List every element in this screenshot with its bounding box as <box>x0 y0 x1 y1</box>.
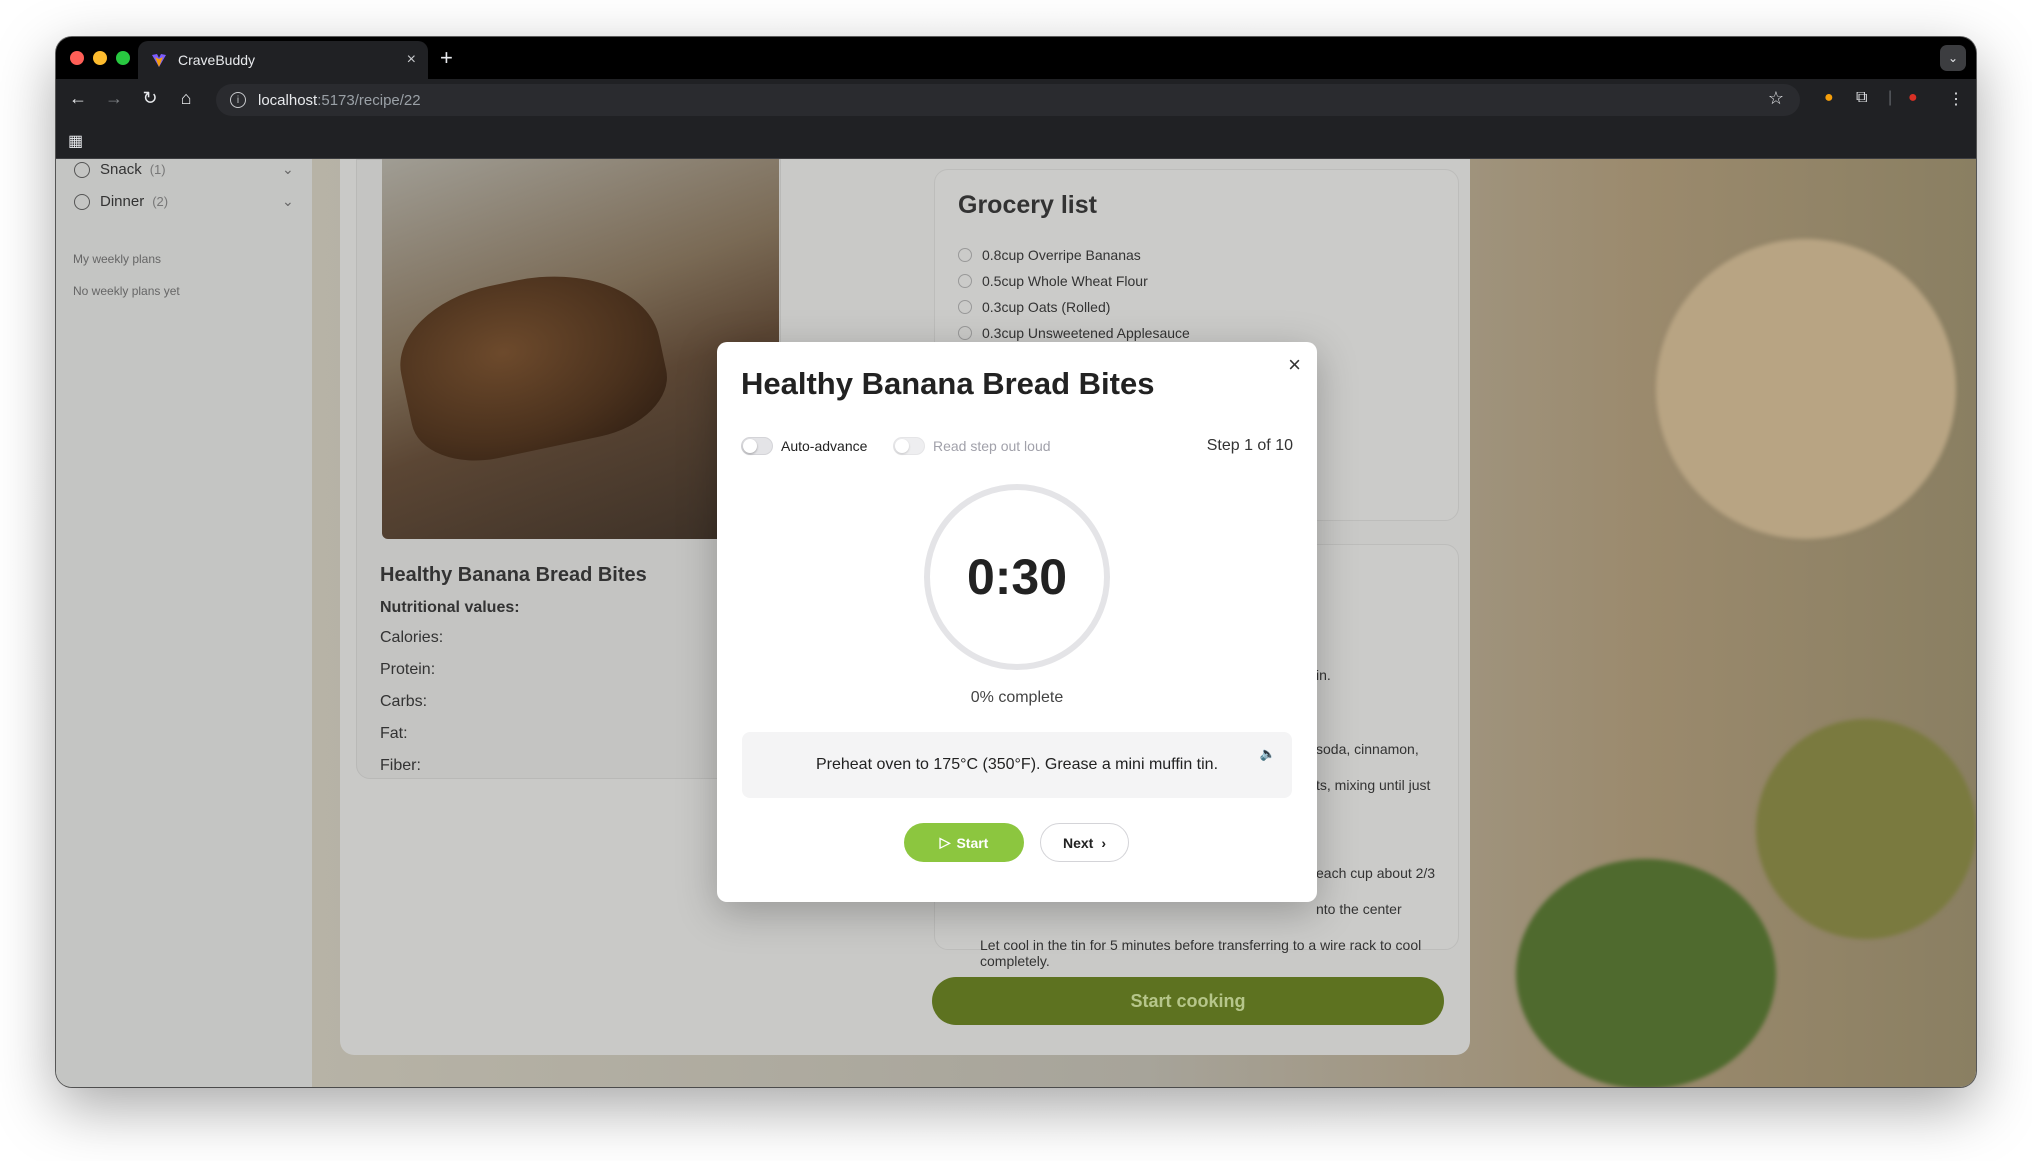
modal-title: Healthy Banana Bread Bites <box>741 366 1155 401</box>
grocery-item-label: 0.8cup Overripe Bananas <box>982 247 1141 263</box>
grocery-list-title: Grocery list <box>958 191 1097 219</box>
tab-close-icon[interactable]: × <box>407 51 416 69</box>
next-step-button[interactable]: Next › <box>1040 823 1129 862</box>
sidebar-item-count: (2) <box>152 194 169 209</box>
site-info-icon[interactable]: i <box>230 92 246 108</box>
chevron-down-icon[interactable]: ⌄ <box>282 161 294 178</box>
browser-menu-icon[interactable]: ⋮ <box>1948 89 1964 109</box>
read-aloud-toggle[interactable] <box>893 437 925 455</box>
next-button-label: Next <box>1062 834 1094 851</box>
sidebar-item-count: (1) <box>149 162 166 177</box>
nutrition-heading: Nutritional values: <box>380 599 520 616</box>
cravebuddy-favicon-icon <box>152 54 166 67</box>
nutrition-fiber: Fiber: <box>380 757 421 774</box>
tab-strip: CraveBuddy × + ⌄ <box>56 37 1976 79</box>
recipe-title: Healthy Banana Bread Bites <box>380 564 647 586</box>
extension-icon[interactable]: ● <box>1824 89 1834 107</box>
nutrition-protein: Protein: <box>380 661 436 678</box>
instruction-step: each cup about 2/3 <box>1316 865 1436 881</box>
home-icon[interactable]: ⌂ <box>174 88 198 109</box>
sidebar-item-dinner[interactable]: Dinner (2) <box>74 193 168 210</box>
start-button-label: Start <box>956 834 989 851</box>
sidebar: Snack (1) ⌄ Dinner (2) ⌄ My weekly plans… <box>56 159 312 1087</box>
grocery-checkbox[interactable] <box>958 326 972 340</box>
instruction-step: nto the center <box>1316 901 1402 917</box>
auto-advance-toggle[interactable] <box>741 437 773 455</box>
start-timer-button[interactable]: ▷ Start <box>904 823 1024 862</box>
toggle-knob <box>895 439 909 453</box>
grocery-item-label: 0.3cup Oats (Rolled) <box>982 299 1111 315</box>
timer-display: 0:30 <box>966 549 1068 605</box>
step-counter: Step 1 of 10 <box>1206 437 1293 454</box>
browser-window: CraveBuddy × + ⌄ ← → ↻ ⌂ i localhost:517… <box>56 37 1976 1087</box>
address-bar[interactable]: i localhost:5173/recipe/22 ☆ <box>216 84 1800 116</box>
weekly-plans-empty: No weekly plans yet <box>73 284 180 298</box>
profile-avatar[interactable]: ● <box>1908 89 1918 107</box>
background-food-bowl <box>1656 239 1956 539</box>
extensions-puzzle-icon[interactable]: ⧉ <box>1856 89 1867 107</box>
sidebar-item-snack[interactable]: Snack (1) <box>74 161 166 178</box>
tab-cravebuddy[interactable]: CraveBuddy × <box>138 41 428 79</box>
weekly-plans-heading: My weekly plans <box>73 252 162 266</box>
step-instruction-text: Preheat oven to 175°C (350°F). Grease a … <box>815 756 1219 773</box>
grocery-item-label: 0.3cup Unsweetened Applesauce <box>982 325 1190 341</box>
speaker-icon[interactable]: 🔈 <box>1260 746 1276 762</box>
progress-text: 0% complete <box>970 689 1064 706</box>
chevron-down-icon[interactable]: ⌄ <box>282 193 294 210</box>
instruction-step: completely. <box>980 953 1050 969</box>
tab-search-button[interactable]: ⌄ <box>1940 45 1966 71</box>
browser-toolbar: ← → ↻ ⌂ i localhost:5173/recipe/22 ☆ ● ⧉… <box>56 79 1976 121</box>
sidebar-item-label: Snack <box>100 161 142 178</box>
instruction-step: ts, mixing until just <box>1316 777 1431 793</box>
instruction-step: Let cool in the tin for 5 minutes before… <box>980 937 1422 953</box>
close-icon[interactable]: × <box>1288 354 1301 376</box>
new-tab-button[interactable]: + <box>440 47 453 69</box>
maximize-window-button[interactable] <box>116 51 130 65</box>
grocery-checkbox[interactable] <box>958 248 972 262</box>
background-food-greens <box>1516 859 1776 1087</box>
grocery-checkbox[interactable] <box>958 300 972 314</box>
step-instruction-box: Preheat oven to 175°C (350°F). Grease a … <box>742 732 1292 798</box>
tab-title: CraveBuddy <box>178 52 256 68</box>
play-icon: ▷ <box>939 834 951 850</box>
grocery-item[interactable]: 0.8cup Overripe Bananas <box>958 247 1141 263</box>
minimize-window-button[interactable] <box>93 51 107 65</box>
instruction-step: in. <box>1316 667 1331 683</box>
grocery-checkbox[interactable] <box>958 274 972 288</box>
auto-advance-label: Auto-advance <box>781 438 868 454</box>
background-food-bowl <box>1756 719 1976 939</box>
apps-grid-icon[interactable]: ▦ <box>68 131 83 151</box>
window-controls <box>70 51 130 65</box>
cooking-mode-modal: × Healthy Banana Bread Bites Auto-advanc… <box>717 342 1317 902</box>
snack-icon <box>74 161 90 178</box>
back-icon[interactable]: ← <box>66 88 90 109</box>
nutrition-carbs: Carbs: <box>380 693 428 710</box>
toggle-knob <box>743 439 757 453</box>
toolbar-divider: | <box>1888 89 1893 106</box>
moon-icon <box>74 193 90 210</box>
grocery-item[interactable]: 0.5cup Whole Wheat Flour <box>958 273 1148 289</box>
chevron-right-icon: › <box>1101 834 1107 851</box>
bookmarks-bar: ▦ <box>56 121 1976 159</box>
grocery-item[interactable]: 0.3cup Unsweetened Applesauce <box>958 325 1190 341</box>
grocery-item-label: 0.5cup Whole Wheat Flour <box>982 273 1148 289</box>
url-path: :5173/recipe/22 <box>317 91 421 109</box>
grocery-item[interactable]: 0.3cup Oats (Rolled) <box>958 299 1110 315</box>
reload-icon[interactable]: ↻ <box>138 88 162 109</box>
bookmark-star-icon[interactable]: ☆ <box>1768 88 1784 109</box>
sidebar-item-label: Dinner <box>100 193 145 210</box>
url-host: localhost <box>258 91 318 109</box>
read-aloud-label: Read step out loud <box>933 438 1051 454</box>
instruction-step: soda, cinnamon, <box>1316 741 1419 757</box>
forward-icon[interactable]: → <box>102 88 126 109</box>
nutrition-fat: Fat: <box>380 725 408 742</box>
start-cooking-button[interactable]: Start cooking <box>932 977 1444 1025</box>
nutrition-calories: Calories: <box>380 629 444 646</box>
close-window-button[interactable] <box>70 51 84 65</box>
